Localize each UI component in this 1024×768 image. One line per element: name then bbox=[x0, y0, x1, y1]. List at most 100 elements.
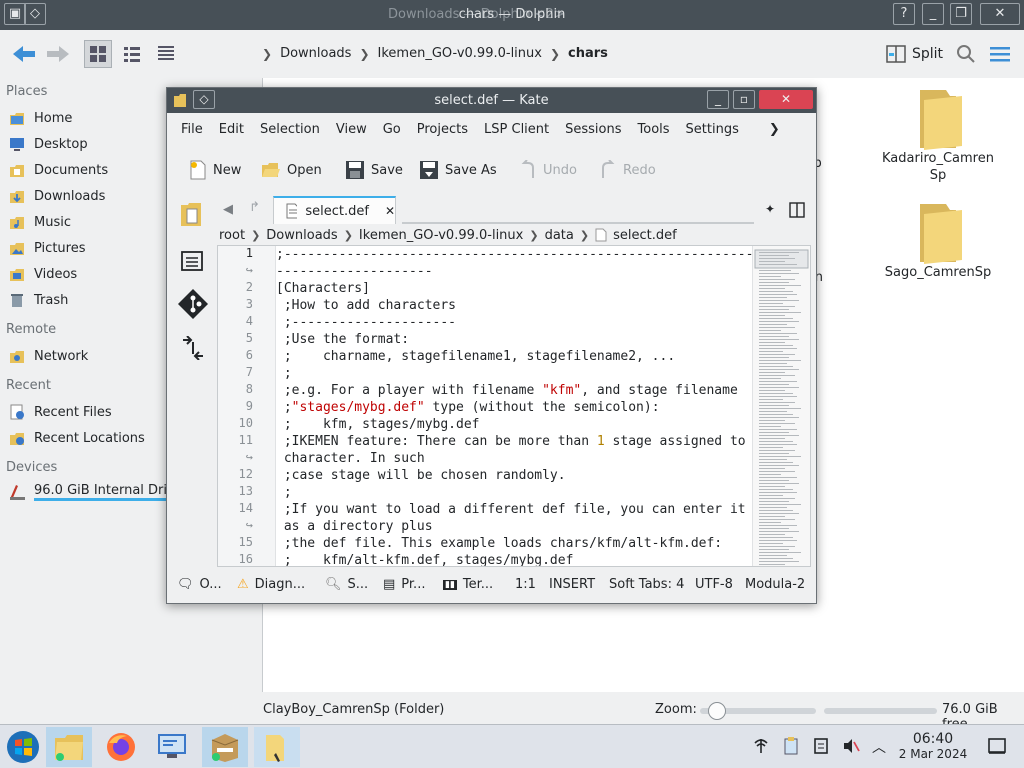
task-kate[interactable] bbox=[254, 727, 300, 767]
tab-forward-icon[interactable]: ↱ bbox=[249, 200, 260, 215]
folder-sago[interactable]: Sago_CamrenSp bbox=[878, 200, 998, 281]
line-number: 16 bbox=[238, 552, 253, 566]
cursor-position[interactable]: 1:1 bbox=[515, 577, 536, 592]
kate-titlebar[interactable]: ◇ select.def — Kate _ ▫ ✕ bbox=[167, 88, 816, 113]
task-system-settings[interactable] bbox=[150, 727, 196, 767]
place-internal-drive[interactable]: 96.0 GiB Internal Drive bbox=[8, 483, 183, 501]
documents-panel-icon[interactable] bbox=[179, 200, 205, 228]
place-music[interactable]: Music bbox=[8, 213, 71, 231]
crumb-data[interactable]: data bbox=[545, 228, 574, 243]
place-desktop[interactable]: Desktop bbox=[8, 135, 88, 153]
menu-projects[interactable]: Projects bbox=[409, 122, 476, 146]
place-recent-locations[interactable]: Recent Locations bbox=[8, 429, 145, 447]
volume-muted-icon[interactable] bbox=[842, 737, 860, 755]
minimize-icon[interactable]: _ bbox=[707, 90, 729, 109]
task-file-manager[interactable] bbox=[46, 727, 92, 767]
compact-view-icon[interactable] bbox=[118, 40, 146, 68]
crumb-ikemen[interactable]: Ikemen_GO-v0.99.0-linux bbox=[378, 46, 542, 61]
crumb-downloads[interactable]: Downloads bbox=[266, 228, 337, 243]
start-menu-button[interactable] bbox=[0, 727, 46, 767]
search-panel-button[interactable]: 🔍︎ S... bbox=[325, 577, 368, 592]
icons-view-icon[interactable] bbox=[84, 40, 112, 68]
git-panel-icon[interactable] bbox=[177, 288, 209, 320]
terminal-panel-button[interactable]: ▮▮ Ter... bbox=[443, 577, 493, 592]
close-icon[interactable]: ✕ bbox=[980, 3, 1020, 25]
menu-file[interactable]: File bbox=[167, 122, 211, 146]
tray-expand-chevron-icon[interactable]: ︿ bbox=[872, 737, 886, 757]
forward-arrow-icon[interactable] bbox=[44, 40, 72, 68]
place-trash[interactable]: Trash bbox=[8, 291, 68, 309]
split-button[interactable]: Split bbox=[886, 42, 943, 66]
wrap-indicator-icon: ↪ bbox=[245, 263, 253, 277]
notes-tray-icon[interactable] bbox=[812, 737, 830, 755]
menu-tools[interactable]: Tools bbox=[630, 122, 678, 146]
menu-go[interactable]: Go bbox=[375, 122, 409, 146]
back-arrow-icon[interactable] bbox=[10, 40, 38, 68]
minimap[interactable] bbox=[752, 246, 810, 566]
menu-sessions[interactable]: Sessions bbox=[557, 122, 629, 146]
split-view-icon[interactable] bbox=[789, 202, 805, 218]
place-home[interactable]: Home bbox=[8, 109, 72, 127]
menu-settings[interactable]: Settings bbox=[678, 122, 747, 146]
zoom-slider-handle[interactable] bbox=[708, 702, 727, 720]
place-network[interactable]: Network bbox=[8, 347, 88, 365]
input-mode[interactable]: INSERT bbox=[549, 577, 595, 592]
syntax-mode[interactable]: Modula-2 bbox=[745, 577, 805, 592]
search-icon[interactable] bbox=[952, 40, 980, 68]
warning-icon: ⚠ bbox=[237, 577, 249, 592]
show-desktop-icon[interactable] bbox=[988, 737, 1006, 755]
redo-button[interactable]: Redo bbox=[599, 160, 656, 180]
crumb-file[interactable]: select.def bbox=[613, 228, 677, 243]
code-area[interactable]: ;--------------------- ------------------… bbox=[276, 246, 761, 566]
dolphin-statusbar: ClayBoy_CamrenSp (Folder) Zoom: 76.0 GiB… bbox=[0, 698, 1024, 732]
menu-overflow-chevron-icon[interactable]: ❯ bbox=[747, 122, 788, 146]
encoding-setting[interactable]: UTF-8 bbox=[695, 577, 733, 592]
maximize-icon[interactable]: ▫ bbox=[733, 90, 755, 109]
place-recent-files[interactable]: Recent Files bbox=[8, 403, 112, 421]
close-icon[interactable]: ✕ bbox=[759, 90, 813, 109]
folder-kadariro[interactable]: Kadariro_Camren Sp bbox=[878, 86, 998, 184]
new-button[interactable]: New bbox=[189, 160, 241, 180]
help-icon[interactable]: ? bbox=[893, 3, 915, 25]
tab-close-icon[interactable]: ✕ bbox=[385, 204, 395, 218]
save-button[interactable]: Save bbox=[345, 160, 403, 180]
crumb-ikemen[interactable]: Ikemen_GO-v0.99.0-linux bbox=[359, 228, 523, 243]
place-downloads[interactable]: Downloads bbox=[8, 187, 105, 205]
save-as-button[interactable]: Save As bbox=[419, 160, 497, 180]
clipboard-tray-icon[interactable] bbox=[782, 736, 800, 756]
tab-back-icon[interactable]: ◀ bbox=[223, 202, 233, 217]
zoom-label: Zoom: bbox=[655, 702, 697, 717]
text-editor[interactable]: 1 ↪ 2 3 4 5 6 7 8 9 10 11 ↪ 12 13 14 ↪ 1… bbox=[217, 245, 811, 567]
place-documents[interactable]: Documents bbox=[8, 161, 108, 179]
hamburger-menu-icon[interactable] bbox=[986, 40, 1014, 68]
minimize-icon[interactable]: _ bbox=[922, 3, 944, 25]
indentation-setting[interactable]: Soft Tabs: 4 bbox=[609, 577, 684, 592]
place-videos[interactable]: Videos bbox=[8, 265, 77, 283]
clock[interactable]: 06:40 2 Mar 2024 bbox=[890, 731, 976, 761]
task-firefox[interactable] bbox=[98, 727, 144, 767]
dolphin-titlebar[interactable]: ▣ ◇ Downloads — Dolphin <2> chars — Dolp… bbox=[0, 0, 1024, 30]
crumb-root[interactable]: root bbox=[219, 228, 245, 243]
diff-panel-icon[interactable] bbox=[181, 336, 205, 360]
projects-panel-button[interactable]: ▤ Pr... bbox=[383, 577, 425, 592]
crumb-downloads[interactable]: Downloads bbox=[280, 46, 351, 61]
devices-header: Devices bbox=[6, 460, 58, 475]
menu-edit[interactable]: Edit bbox=[211, 122, 252, 146]
details-view-icon[interactable] bbox=[152, 40, 180, 68]
pin-icon[interactable]: ✦ bbox=[765, 202, 775, 216]
crumb-chars[interactable]: chars bbox=[568, 46, 608, 61]
diagnostics-panel-button[interactable]: ⚠ Diagn... bbox=[237, 577, 305, 592]
symbols-panel-icon[interactable] bbox=[181, 250, 203, 272]
menu-selection[interactable]: Selection bbox=[252, 122, 328, 146]
place-pictures[interactable]: Pictures bbox=[8, 239, 85, 257]
tab-select-def[interactable]: select.def ✕ bbox=[273, 196, 396, 224]
output-panel-button[interactable]: 🗨 O... bbox=[177, 577, 222, 592]
open-button[interactable]: Open bbox=[261, 160, 322, 180]
network-tray-icon[interactable] bbox=[752, 737, 770, 755]
menu-lsp-client[interactable]: LSP Client bbox=[476, 122, 557, 146]
menu-view[interactable]: View bbox=[328, 122, 375, 146]
undo-button[interactable]: Undo bbox=[519, 160, 577, 180]
task-ark-archive[interactable] bbox=[202, 727, 248, 767]
zoom-slider[interactable] bbox=[700, 702, 816, 720]
maximize-icon[interactable]: ❐ bbox=[950, 3, 972, 25]
